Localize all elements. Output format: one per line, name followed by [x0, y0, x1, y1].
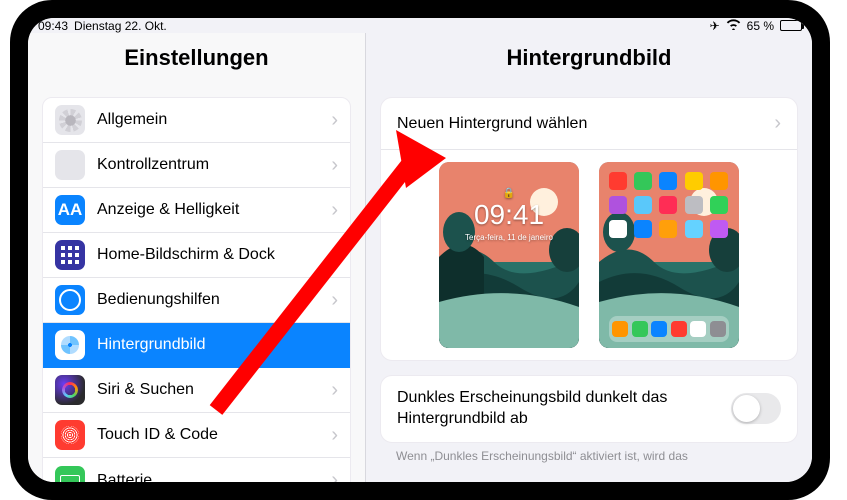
home-screen-preview[interactable] [599, 162, 739, 348]
sidebar-item-label: Home-Bildschirm & Dock [97, 246, 275, 264]
sidebar-item-siri[interactable]: Siri & Suchen › [43, 368, 350, 413]
sidebar-item-accessibility[interactable]: Bedienungshilfen › [43, 278, 350, 323]
chevron-right-icon: › [331, 244, 338, 267]
wifi-icon [726, 18, 741, 33]
app-icon [609, 220, 627, 238]
detail-title: Hintergrundbild [366, 33, 812, 83]
sidebar-item-label: Touch ID & Code [97, 426, 218, 444]
sidebar-item-label: Anzeige & Helligkeit [97, 201, 239, 219]
app-icon [685, 172, 703, 190]
sidebar-item-label: Allgemein [97, 111, 167, 129]
chevron-right-icon: › [331, 379, 338, 402]
settings-list: Allgemein › Kontrollzentrum › AA Anzeige… [42, 97, 351, 482]
app-icon [634, 172, 652, 190]
sidebar-item-wallpaper[interactable]: Hintergrundbild [43, 323, 350, 368]
lock-screen-overlay: 🔒 09:41 Terça-feira, 11 de janeiro [439, 162, 579, 348]
app-icon [609, 172, 627, 190]
app-icon [609, 196, 627, 214]
sidebar-item-label: Siri & Suchen [97, 381, 194, 399]
chevron-right-icon: › [331, 154, 338, 177]
control-center-icon [55, 150, 85, 180]
wallpaper-icon [55, 330, 85, 360]
dock-app-icon [671, 321, 687, 337]
sidebar-item-general[interactable]: Allgemein › [43, 98, 350, 143]
app-icon [634, 220, 652, 238]
siri-icon [55, 375, 85, 405]
sidebar-item-homescreen[interactable]: Home-Bildschirm & Dock › [43, 233, 350, 278]
dock-app-icon [612, 321, 628, 337]
airplane-mode-icon: ✈︎ [710, 19, 720, 33]
display-brightness-icon: AA [55, 195, 85, 225]
accessibility-icon [55, 285, 85, 315]
wallpaper-card: Neuen Hintergrund wählen › [380, 97, 798, 361]
app-icon [710, 172, 728, 190]
lock-icon: 🔒 [503, 188, 515, 199]
dark-dim-card: Dunkles Erscheinungsbild dunkelt das Hin… [380, 375, 798, 443]
sidebar-item-display[interactable]: AA Anzeige & Helligkeit › [43, 188, 350, 233]
app-icon [659, 172, 677, 190]
lock-date: Terça-feira, 11 de janeiro [465, 233, 553, 242]
chevron-right-icon: › [331, 199, 338, 222]
dock [609, 316, 729, 342]
dock-app-icon [710, 321, 726, 337]
app-icon [659, 220, 677, 238]
settings-sidebar: Einstellungen Allgemein › Kontrollzentru… [28, 33, 366, 482]
chevron-right-icon: › [331, 424, 338, 447]
sidebar-item-label: Bedienungshilfen [97, 291, 220, 309]
sidebar-item-battery[interactable]: Batterie › [43, 458, 350, 482]
app-icon [685, 220, 703, 238]
screen: 09:43 Dienstag 22. Okt. ✈︎ 65 % Einstell… [28, 18, 812, 482]
status-bar: 09:43 Dienstag 22. Okt. ✈︎ 65 % [28, 18, 812, 33]
sidebar-item-touchid[interactable]: Touch ID & Code › [43, 413, 350, 458]
wallpaper-previews: 🔒 09:41 Terça-feira, 11 de janeiro [381, 150, 797, 360]
app-grid [609, 172, 729, 238]
dark-dim-switch[interactable] [731, 393, 781, 424]
battery-settings-icon [55, 466, 85, 483]
sidebar-item-label: Kontrollzentrum [97, 156, 209, 174]
sidebar-item-label: Batterie [97, 472, 152, 483]
detail-pane: Hintergrundbild Neuen Hintergrund wählen… [366, 33, 812, 482]
choose-label: Neuen Hintergrund wählen [397, 115, 587, 133]
lock-clock: 09:41 [474, 199, 544, 231]
touch-id-icon [55, 420, 85, 450]
choose-new-wallpaper-row[interactable]: Neuen Hintergrund wählen › [381, 98, 797, 150]
app-icon [659, 196, 677, 214]
lock-screen-preview[interactable]: 🔒 09:41 Terça-feira, 11 de janeiro [439, 162, 579, 348]
dark-dim-footer: Wenn „Dunkles Erscheinungsbild“ aktivier… [366, 443, 812, 463]
sidebar-item-label: Hintergrundbild [97, 336, 206, 354]
home-screen-overlay [599, 162, 739, 348]
gear-icon [55, 105, 85, 135]
dark-dim-row: Dunkles Erscheinungsbild dunkelt das Hin… [381, 376, 797, 442]
sidebar-item-control-center[interactable]: Kontrollzentrum › [43, 143, 350, 188]
home-screen-icon [55, 240, 85, 270]
app-icon [685, 196, 703, 214]
chevron-right-icon: › [331, 469, 338, 482]
status-date: Dienstag 22. Okt. [74, 19, 167, 33]
battery-percent: 65 % [747, 19, 774, 33]
dock-app-icon [651, 321, 667, 337]
battery-icon [780, 20, 802, 31]
chevron-right-icon: › [331, 109, 338, 132]
app-icon [710, 196, 728, 214]
status-time: 09:43 [38, 19, 68, 33]
dock-app-icon [632, 321, 648, 337]
dark-dim-label: Dunkles Erscheinungsbild dunkelt das Hin… [397, 388, 717, 430]
sidebar-title: Einstellungen [28, 33, 365, 83]
chevron-right-icon: › [331, 289, 338, 312]
ipad-bezel: 09:43 Dienstag 22. Okt. ✈︎ 65 % Einstell… [10, 0, 830, 500]
app-icon [634, 196, 652, 214]
app-icon [710, 220, 728, 238]
chevron-right-icon: › [774, 112, 781, 135]
dock-app-icon [690, 321, 706, 337]
